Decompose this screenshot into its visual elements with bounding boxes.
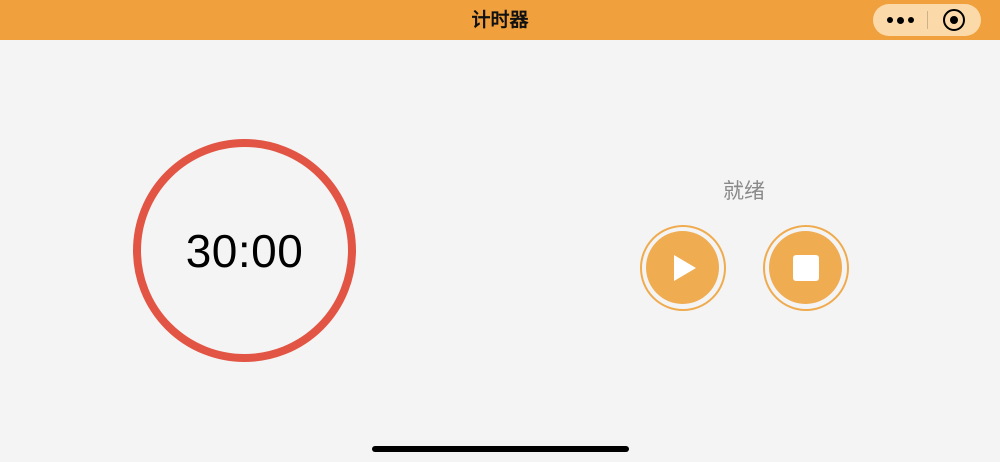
- target-circle-icon[interactable]: [943, 9, 965, 31]
- more-button[interactable]: [873, 4, 927, 36]
- status-label: 就绪: [723, 179, 765, 203]
- more-dots-icon-right: [907, 17, 914, 23]
- mini-program-capsule: [873, 4, 981, 36]
- top-navigation-bar: 计时器: [0, 0, 1000, 40]
- stop-icon: [792, 254, 819, 281]
- stop-button-fill: [769, 231, 842, 304]
- more-dots-icon: [886, 17, 893, 23]
- capsule-divider: [927, 11, 928, 29]
- play-button[interactable]: [640, 225, 726, 311]
- stop-button[interactable]: [763, 225, 849, 311]
- play-icon: [673, 254, 696, 281]
- home-indicator[interactable]: [372, 446, 629, 452]
- more-dots-icon-center: [896, 16, 904, 24]
- play-button-fill: [646, 231, 719, 304]
- timer-app: 计时器 30:00 就绪: [0, 0, 1000, 462]
- timer-display: 30:00: [185, 224, 304, 277]
- page-title: 计时器: [471, 9, 529, 31]
- timer-ring: 30:00: [133, 139, 356, 362]
